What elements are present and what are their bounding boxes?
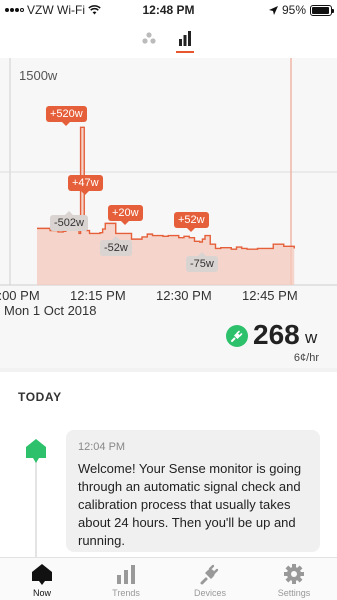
event-bubble[interactable]: +47w bbox=[68, 175, 103, 195]
devices-icon bbox=[200, 564, 219, 585]
x-tick-label: 12:45 PM bbox=[242, 288, 298, 303]
event-bubble[interactable]: -502w bbox=[50, 211, 88, 231]
tab-now[interactable]: Now bbox=[12, 562, 72, 598]
trends-icon bbox=[117, 565, 135, 584]
event-bubble[interactable]: -52w bbox=[100, 236, 132, 256]
settings-gear-icon bbox=[284, 564, 304, 584]
current-power: 268 w 6¢/hr bbox=[0, 319, 337, 368]
y-axis-max-label: 1500w bbox=[19, 68, 58, 83]
tab-label: Now bbox=[32, 588, 51, 598]
x-tick-label: 12:15 PM bbox=[70, 288, 126, 303]
activity-feed: TODAY 12:04 PM Welcome! Your Sense monit… bbox=[0, 372, 337, 557]
feed-heading: TODAY bbox=[18, 390, 62, 404]
watts-unit: w bbox=[305, 328, 318, 347]
feed-card[interactable]: 12:04 PM Welcome! Your Sense monitor is … bbox=[66, 430, 320, 552]
tab-devices[interactable]: Devices bbox=[180, 562, 240, 598]
selected-view-indicator bbox=[176, 51, 194, 53]
tab-label: Devices bbox=[193, 588, 226, 598]
feed-card-message: Welcome! Your Sense monitor is going thr… bbox=[78, 461, 302, 548]
chart-date-label: Mon 1 Oct 2018 bbox=[4, 303, 97, 318]
power-chart-svg bbox=[0, 58, 337, 286]
tab-label: Settings bbox=[277, 588, 311, 598]
bar-chart-icon[interactable] bbox=[178, 30, 192, 46]
tab-label: Trends bbox=[112, 588, 140, 598]
view-toggle-bar bbox=[0, 20, 337, 58]
battery-percent: 95% bbox=[281, 3, 306, 17]
power-area-fill bbox=[37, 127, 295, 285]
bubbles-icon[interactable] bbox=[142, 32, 156, 44]
event-bubble[interactable]: +52w bbox=[174, 212, 209, 232]
tab-bar: Now Trends Devices Settings bbox=[0, 557, 337, 600]
battery-icon bbox=[310, 4, 334, 16]
status-right: 95% bbox=[268, 3, 334, 17]
tab-settings[interactable]: Settings bbox=[264, 562, 324, 598]
feed-card-time: 12:04 PM bbox=[78, 441, 126, 453]
current-watts: 268 bbox=[253, 319, 300, 350]
tab-trends[interactable]: Trends bbox=[96, 562, 156, 598]
x-tick-label: 12:30 PM bbox=[156, 288, 212, 303]
event-bubble[interactable]: +520w bbox=[46, 106, 87, 126]
event-bubble[interactable]: -75w bbox=[186, 252, 218, 272]
location-arrow-icon bbox=[268, 5, 278, 15]
event-bubble[interactable]: +20w bbox=[108, 205, 143, 225]
cost-per-hour: 6¢/hr bbox=[293, 352, 319, 364]
now-icon bbox=[32, 564, 52, 585]
sense-marker-icon bbox=[26, 439, 46, 463]
status-bar: VZW Wi-Fi 12:48 PM 95% bbox=[0, 0, 337, 20]
x-tick-label: 12:00 PM bbox=[0, 288, 40, 303]
plug-icon bbox=[226, 325, 248, 347]
power-chart[interactable]: 1500w 12:00 PM 12:15 PM 12:30 PM 12:45 P… bbox=[0, 58, 337, 320]
